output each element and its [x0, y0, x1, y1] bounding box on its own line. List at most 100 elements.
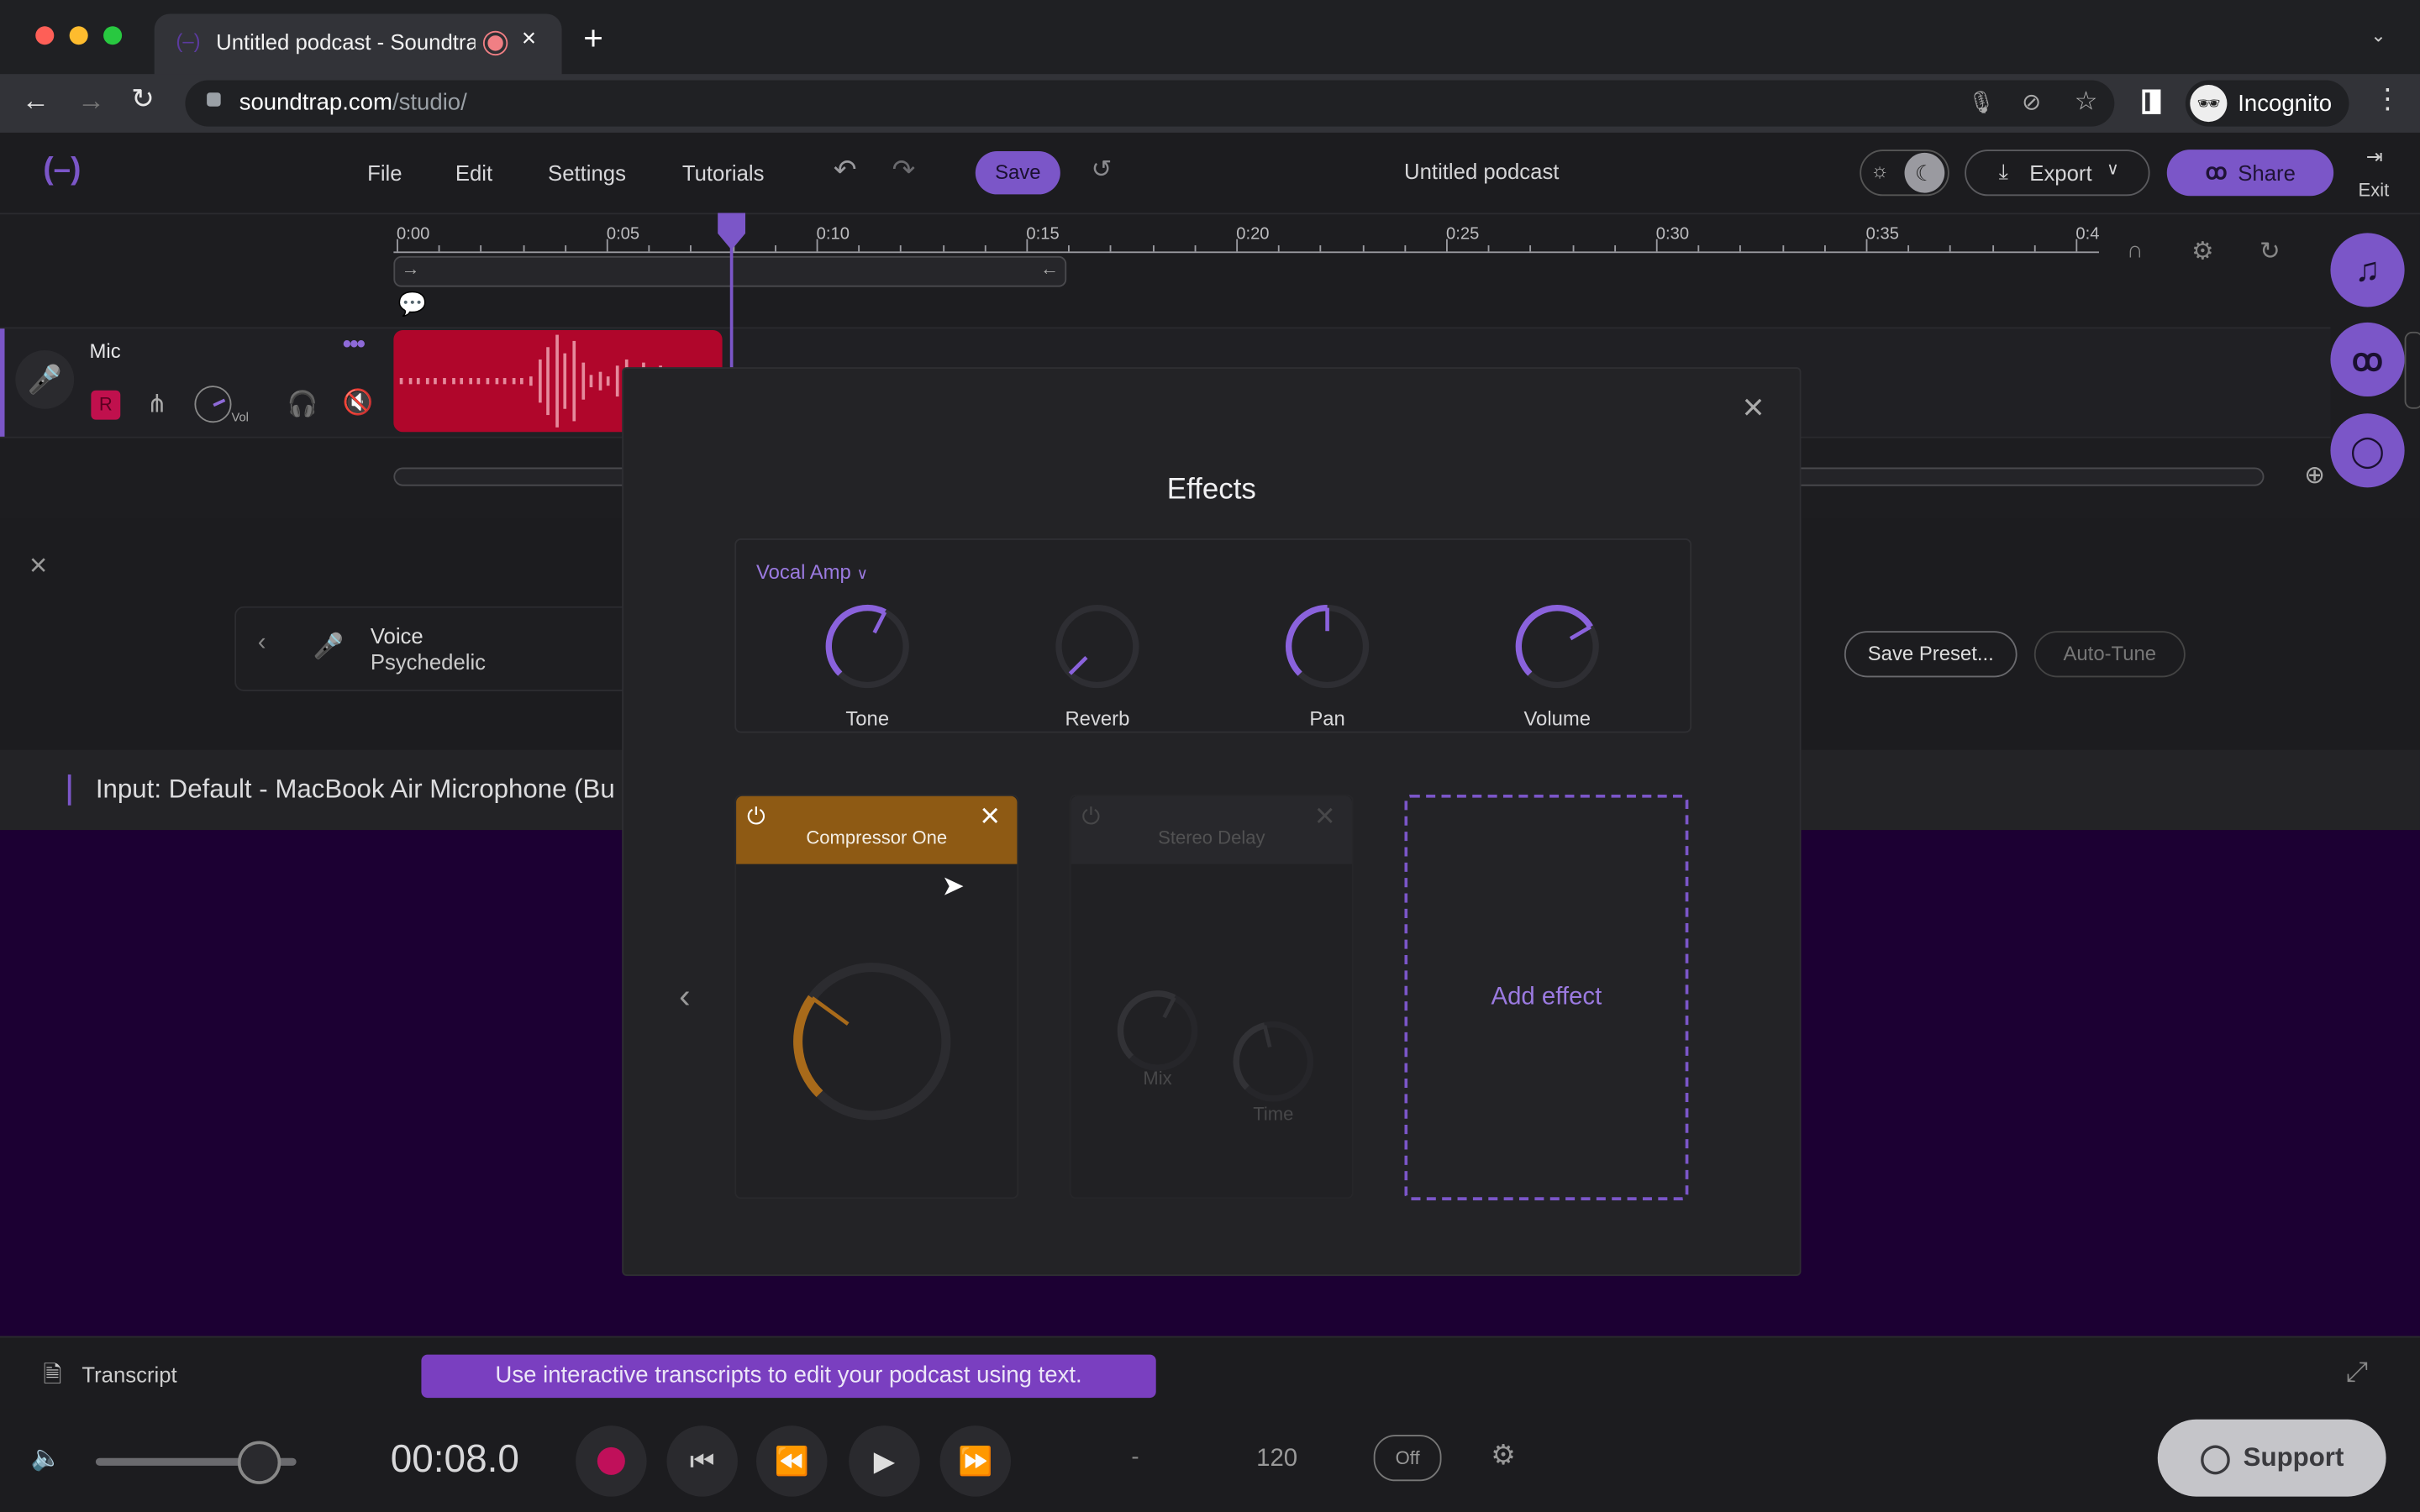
master-volume-thumb[interactable]	[237, 1441, 281, 1484]
record-button[interactable]	[576, 1425, 647, 1497]
timeline-ruler[interactable]: 0:00 0:05 0:10 0:15 0:20 0:25 0:30 0:35 0:4	[393, 216, 2107, 256]
fast-forward-button[interactable]: ⏩	[939, 1425, 1012, 1497]
share-button[interactable]: ꝏ Share	[2166, 150, 2334, 197]
input-device-label[interactable]: Input: Default - MacBook Air Microphone …	[96, 774, 615, 806]
app-header: (–) File Edit Settings Tutorials ↶ ↷ Sav…	[0, 132, 2420, 215]
revert-history-icon[interactable]: ↺	[1092, 155, 1113, 186]
new-tab-button[interactable]: +	[583, 18, 603, 59]
close-modal-icon[interactable]: ×	[1743, 387, 1765, 430]
exit-label[interactable]: Exit	[2359, 179, 2390, 201]
knob-volume[interactable]	[1515, 604, 1599, 689]
document-icon[interactable]: 🗎	[43, 1359, 61, 1398]
theme-toggle[interactable]: ☼ ☾	[1860, 150, 1949, 197]
maximize-window-button[interactable]	[103, 26, 123, 45]
tempo-display[interactable]: 120	[1256, 1446, 1297, 1473]
power-icon[interactable]: ⏻	[747, 804, 765, 830]
browser-tab[interactable]: (–) Untitled podcast - Soundtrap ×	[154, 13, 562, 76]
power-icon[interactable]: ⏻	[1082, 804, 1101, 830]
tab-search-chevron-icon[interactable]: ⌄	[2370, 24, 2386, 46]
save-preset-button[interactable]: Save Preset...	[1844, 631, 2018, 678]
collaborators-button[interactable]: ꝏ	[2330, 322, 2405, 397]
soundtrap-logo-icon[interactable]: (–)	[43, 153, 81, 188]
redo-icon[interactable]: ↷	[892, 155, 916, 187]
knob-mix[interactable]	[1117, 990, 1198, 1071]
track-name[interactable]: Mic	[90, 339, 121, 363]
vertical-scrollbar[interactable]	[2404, 331, 2420, 409]
url-text[interactable]: soundtrap.com/studio/	[239, 90, 467, 116]
effect-card[interactable]: ⏻ Compressor One ×	[734, 794, 1019, 1200]
eye-off-icon[interactable]: ⊘	[2022, 88, 2041, 116]
close-fx-panel-icon[interactable]: ×	[29, 549, 47, 585]
rewind-button[interactable]: ⏪	[755, 1425, 828, 1497]
project-title[interactable]: Untitled podcast	[1328, 159, 1636, 183]
knob-time[interactable]	[1233, 1021, 1314, 1102]
skip-to-start-button[interactable]: ⏮	[666, 1425, 738, 1497]
exit-icon[interactable]: ⇥	[2366, 145, 2383, 170]
knob-reverb[interactable]	[1055, 604, 1139, 689]
address-bar[interactable]: soundtrap.com/studio/ 🎙 ⊘ ☆	[185, 80, 2115, 127]
waveform-bar	[546, 347, 550, 416]
microphone-track-icon[interactable]: 🎤	[15, 349, 75, 409]
automation-icon[interactable]: ⋔	[146, 389, 167, 420]
menu-settings[interactable]: Settings	[548, 160, 626, 185]
transport-settings-icon[interactable]: ⚙	[1491, 1440, 1516, 1473]
mute-icon[interactable]: 🔇	[343, 387, 374, 418]
master-volume-slider[interactable]	[95, 1441, 297, 1484]
transcript-promo-banner[interactable]: Use interactive transcripts to edit your…	[421, 1354, 1156, 1399]
speaker-icon[interactable]: 🔈	[31, 1442, 62, 1473]
waveform-bar	[503, 377, 507, 385]
previous-effects-icon[interactable]: ‹	[679, 977, 690, 1017]
preset-selector[interactable]: ‹ 🎤 Voice Psychedelic	[234, 606, 639, 691]
ruler-tick	[1949, 245, 1952, 252]
menu-file[interactable]: File	[367, 160, 402, 185]
close-window-button[interactable]	[35, 26, 55, 45]
knob-tone[interactable]	[825, 604, 909, 689]
reload-icon[interactable]: ↻	[131, 83, 155, 116]
transcript-button[interactable]: Transcript	[82, 1362, 176, 1387]
loop-start-arrow-icon[interactable]: →	[402, 258, 420, 280]
forward-icon[interactable]: →	[77, 85, 105, 118]
microphone-icon[interactable]: 🎙	[1968, 90, 1996, 116]
compressor-knob[interactable]	[793, 963, 951, 1121]
effect-card[interactable]: ⏻ Stereo Delay × Mix Time	[1069, 794, 1354, 1200]
bookmark-star-icon[interactable]: ☆	[2075, 87, 2098, 118]
key-display[interactable]: -	[1131, 1444, 1139, 1470]
headphones-solo-icon[interactable]: 🎧	[287, 389, 318, 420]
add-comment-icon[interactable]: 💬	[398, 290, 427, 318]
knob-pan[interactable]	[1285, 604, 1370, 689]
side-panel-icon[interactable]	[2142, 89, 2161, 114]
save-button[interactable]: Save	[975, 150, 1060, 195]
timeline-settings-icon[interactable]: ⚙	[2191, 236, 2213, 267]
loop-end-arrow-icon[interactable]: ←	[1040, 258, 1059, 280]
menu-tutorials[interactable]: Tutorials	[682, 160, 765, 185]
metronome-toggle[interactable]: Off	[1373, 1435, 1442, 1482]
previous-preset-icon[interactable]: ‹	[258, 629, 266, 657]
zoom-in-icon[interactable]: ⊕	[2304, 459, 2325, 491]
minimize-window-button[interactable]	[69, 26, 88, 45]
support-button[interactable]: ◯ Support	[2157, 1419, 2386, 1497]
add-effect-button[interactable]: Add effect	[1404, 794, 1689, 1200]
menu-edit[interactable]: Edit	[455, 160, 492, 185]
remove-effect-icon[interactable]: ×	[980, 796, 1000, 837]
record-arm-button[interactable]: R	[91, 390, 121, 420]
remove-effect-icon[interactable]: ×	[1315, 796, 1335, 837]
amp-type-dropdown[interactable]: Vocal Amp ∨	[756, 560, 868, 584]
vocal-amp-section: Vocal Amp ∨ Tone Reverb Pan Volume	[734, 538, 1692, 733]
track-more-icon[interactable]: •••	[343, 332, 366, 360]
play-button[interactable]: ▶	[849, 1425, 920, 1497]
auto-tune-button[interactable]: Auto-Tune	[2033, 631, 2186, 678]
close-tab-icon[interactable]: ×	[522, 26, 536, 54]
loop-toggle-icon[interactable]: ↻	[2260, 236, 2281, 267]
undo-icon[interactable]: ↶	[834, 155, 857, 187]
chat-button[interactable]: ◯	[2330, 413, 2405, 488]
waveform-bar	[520, 377, 524, 385]
browser-menu-icon[interactable]: ⋮	[2374, 83, 2402, 116]
music-library-button[interactable]: ♫	[2330, 233, 2405, 307]
ruler-tick-label: 0:10	[816, 225, 850, 244]
expand-icon[interactable]: ⤢	[2346, 1356, 2368, 1389]
export-button[interactable]: ⤓ Export ∨	[1965, 150, 2150, 197]
magnet-snap-icon[interactable]: ∩	[2127, 238, 2144, 264]
back-icon[interactable]: ←	[22, 85, 50, 118]
incognito-profile-button[interactable]: 🕶 Incognito	[2185, 80, 2349, 127]
track-volume-knob[interactable]	[194, 386, 232, 423]
